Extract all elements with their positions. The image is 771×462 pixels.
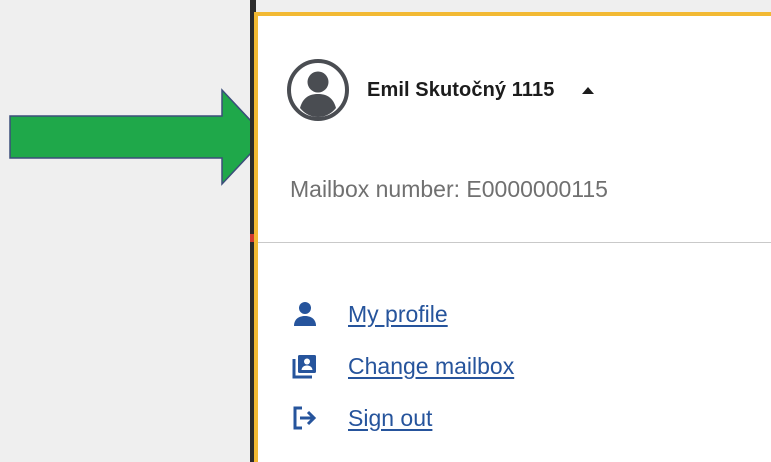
user-menu-dropdown: Emil Skutočný 1115 Mailbox number: E0000… [254,12,771,462]
caret-up-icon [582,86,595,94]
user-menu-toggle[interactable]: Emil Skutočný 1115 [286,58,595,122]
user-name: Emil Skutočný 1115 [367,78,555,101]
menu-item-sign-out[interactable]: Sign out [292,392,514,444]
contacts-stack-icon [292,355,316,379]
sign-out-icon [293,406,317,430]
screen-background: Emil Skutočný 1115 Mailbox number: E0000… [0,0,771,462]
person-icon [294,302,316,326]
mailbox-number-label: Mailbox number: [290,176,461,202]
menu-divider [258,242,771,243]
sign-out-link[interactable]: Sign out [348,405,432,432]
menu-item-change-mailbox[interactable]: Change mailbox [292,340,514,392]
menu-item-my-profile[interactable]: My profile [292,288,514,340]
right-arrow-icon [9,88,268,186]
user-menu-header: Emil Skutočný 1115 Mailbox number: E0000… [258,16,771,230]
mailbox-number-value: E0000000115 [466,176,608,202]
user-avatar-icon [287,59,349,121]
mailbox-number-line: Mailbox number: E0000000115 [290,176,608,203]
user-menu-list: My profile Change mailbox Sign out [292,288,514,444]
my-profile-link[interactable]: My profile [348,301,448,328]
change-mailbox-link[interactable]: Change mailbox [348,353,514,380]
